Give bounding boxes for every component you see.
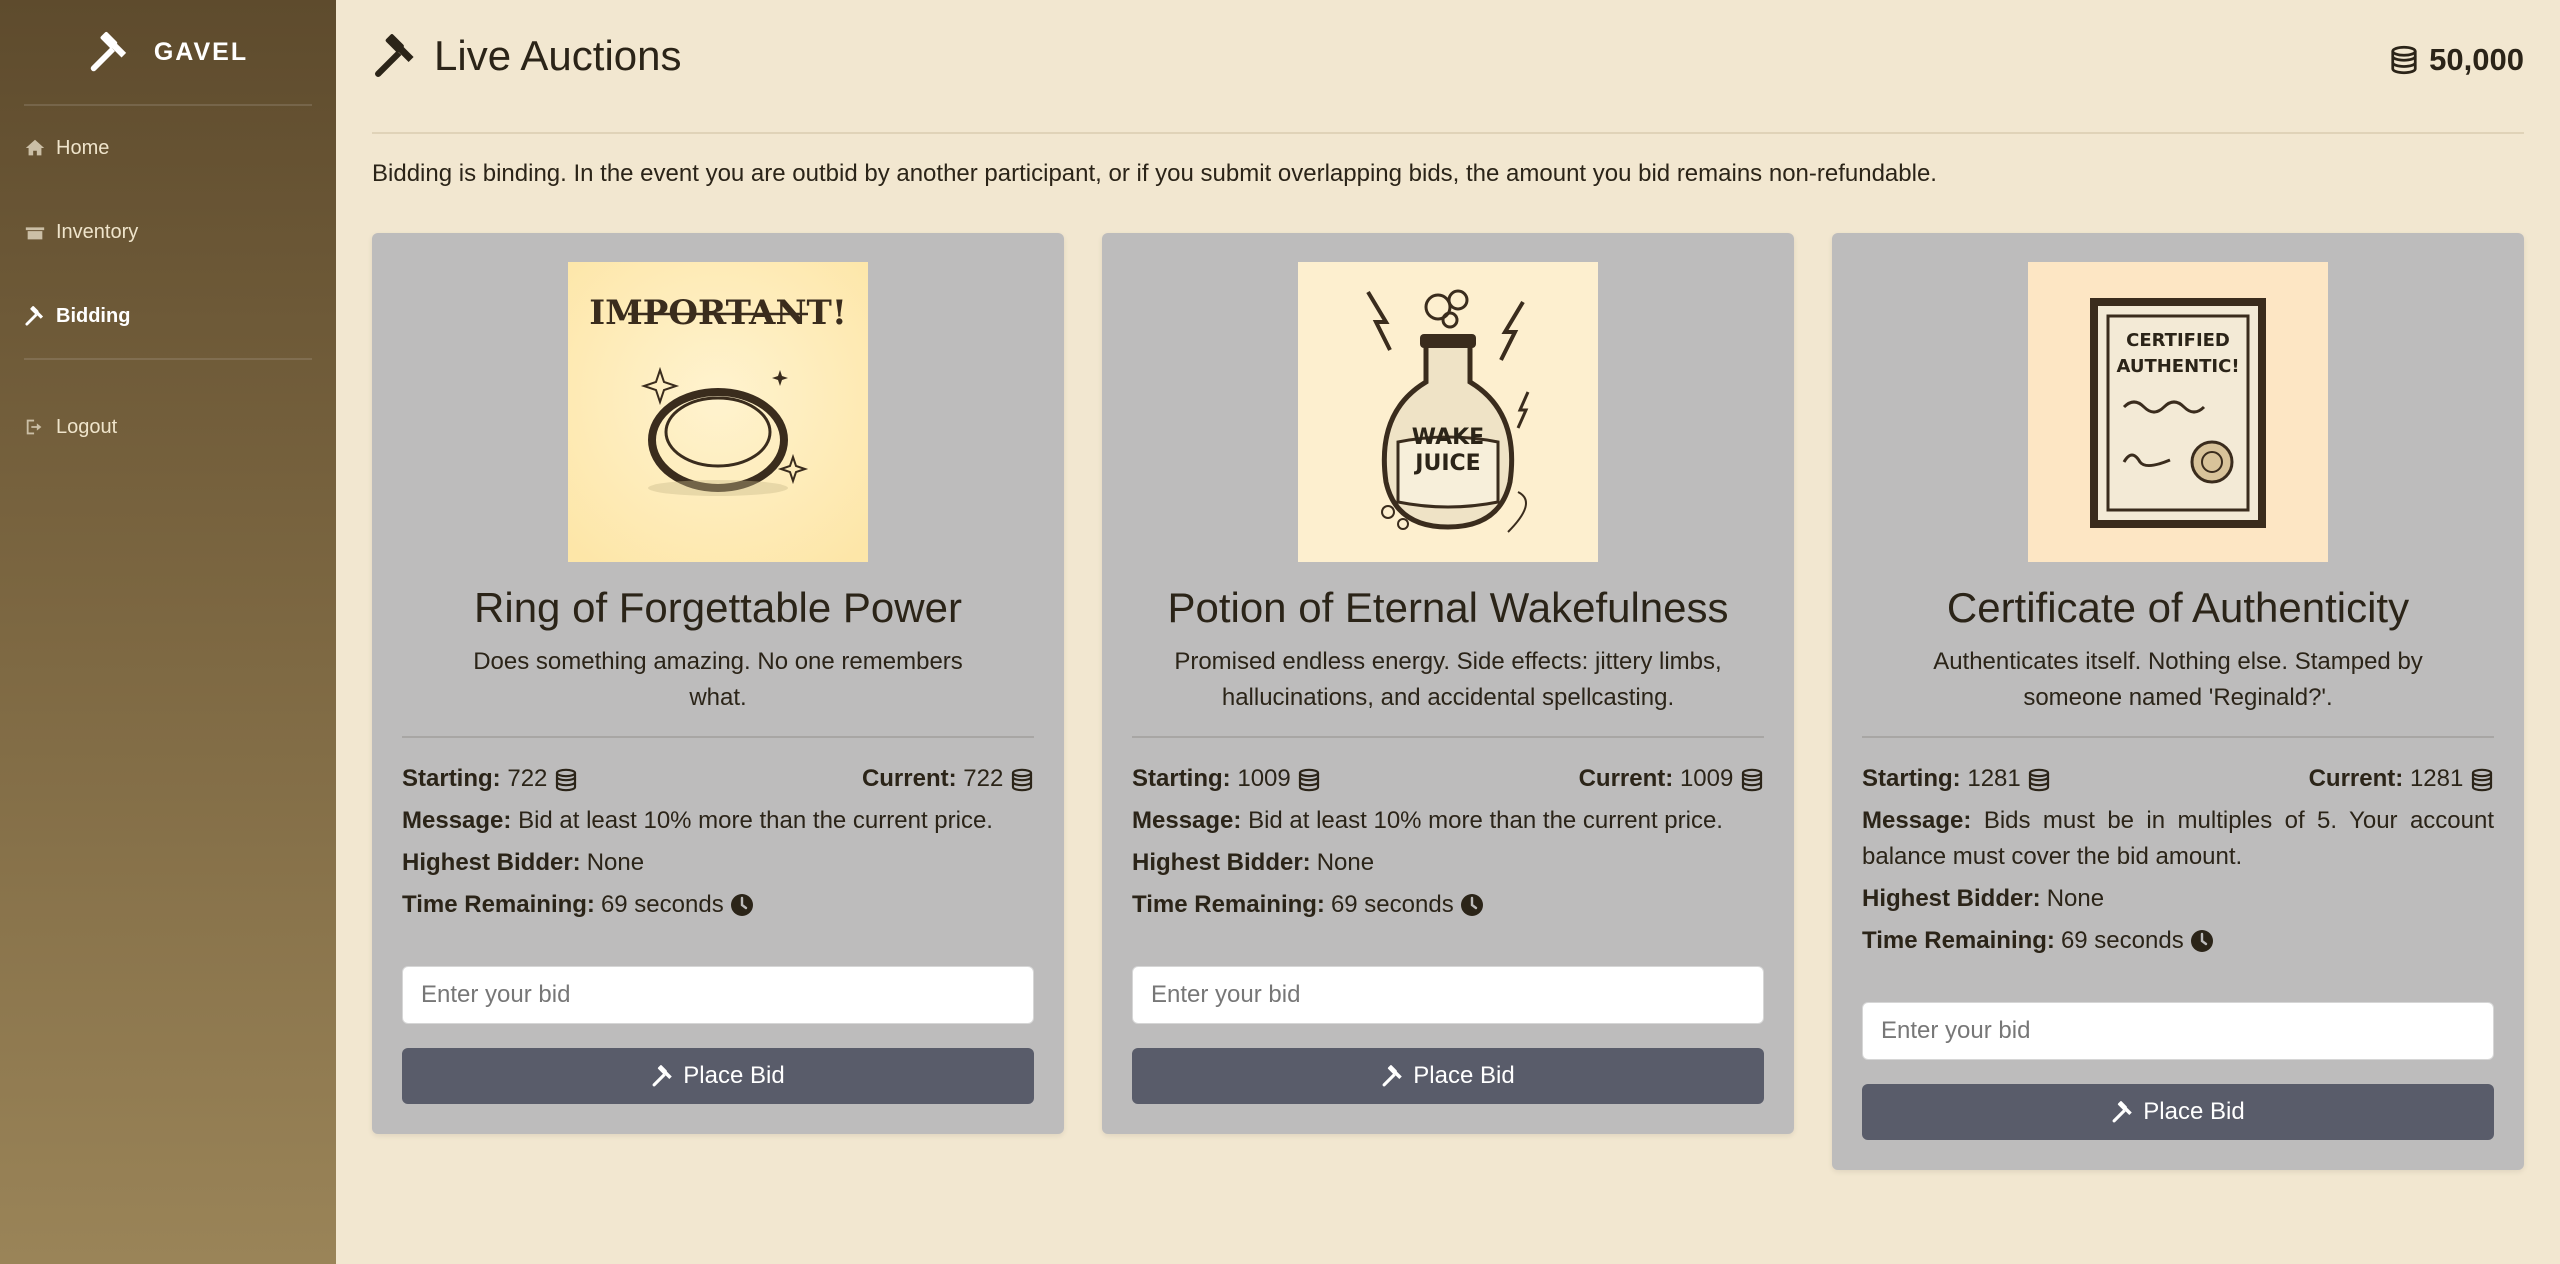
sidebar-item-logout[interactable]: Logout (0, 360, 336, 494)
sidebar-item-inventory[interactable]: Inventory (0, 190, 336, 274)
ring-image: IMPORTANT! (568, 262, 868, 562)
price-row: Starting: 722 Current: 722 (402, 758, 1034, 800)
starting-price: 1281 (1967, 765, 2021, 792)
certificate-image: CERTIFIED AUTHENTIC! (2028, 262, 2328, 562)
item-title: Certificate of Authenticity (1946, 584, 2410, 631)
sidebar-item-label: Home (56, 136, 110, 159)
time-remaining: Time Remaining: 69 seconds (402, 884, 1034, 926)
bid-input[interactable] (1862, 1002, 2494, 1060)
item-title: Ring of Forgettable Power (474, 584, 962, 631)
divider (1132, 736, 1764, 738)
bid-message: Message: Bid at least 10% more than the … (402, 807, 993, 834)
gavel-icon (2111, 1100, 2135, 1124)
potion-image: WAKE JUICE (1298, 262, 1598, 562)
highest-bidder: Highest Bidder: None (1862, 885, 2105, 912)
item-description: Promised endless energy. Side effects: j… (1174, 648, 1722, 711)
home-icon (25, 139, 45, 156)
divider (402, 736, 1034, 738)
bidding-notice: Bidding is binding. In the event you are… (372, 160, 1937, 187)
auction-card: IMPORTANT! Ring of Forgettable Power Doe… (372, 233, 1064, 1134)
page-title: Live Auctions (434, 32, 682, 79)
place-bid-button[interactable]: Place Bid (402, 1048, 1034, 1104)
bid-input[interactable] (1132, 966, 1764, 1024)
bid-input[interactable] (402, 966, 1034, 1024)
main-content: Live Auctions 50,000 Bidding is binding.… (372, 0, 2524, 1264)
bid-message: Message: Bid at least 10% more than the … (1132, 807, 1723, 834)
sidebar-item-label: Logout (56, 415, 118, 438)
auction-card: WAKE JUICE Potion of Eternal Wakefulness … (1102, 233, 1794, 1134)
starting-price: 1009 (1237, 765, 1291, 792)
gavel-icon (24, 305, 46, 327)
inventory-icon (25, 227, 45, 240)
price-row: Starting: 1009 Current: 1009 (1132, 758, 1764, 800)
coins-icon (2389, 45, 2419, 75)
item-title: Potion of Eternal Wakefulness (1167, 584, 1729, 631)
gavel-icon (651, 1064, 675, 1088)
item-description: Authenticates itself. Nothing else. Stam… (1933, 648, 2423, 711)
sidebar-item-label: Bidding (56, 304, 131, 327)
coins-icon (2027, 768, 2051, 792)
balance-value: 50,000 (2429, 42, 2524, 77)
current-price: 1009 (1679, 765, 1734, 792)
clock-icon (1460, 893, 1484, 917)
potion-label: WAKE JUICE (1412, 425, 1484, 476)
clock-icon (730, 893, 754, 917)
current-price: 1281 (2409, 765, 2464, 792)
highest-bidder: Highest Bidder: None (1132, 849, 1375, 876)
brand-name: GAVEL (153, 37, 249, 66)
time-remaining: Time Remaining: 69 seconds (1862, 920, 2494, 962)
account-balance: 50,000 (2389, 42, 2524, 78)
coins-icon (554, 768, 578, 792)
highest-bidder: Highest Bidder: None (402, 849, 645, 876)
sidebar-item-bidding[interactable]: Bidding (0, 274, 336, 358)
sidebar: GAVEL Home Inventory Bidding Logout (0, 0, 336, 1264)
gavel-icon (1381, 1064, 1405, 1088)
gavel-icon (372, 32, 420, 80)
auction-card: CERTIFIED AUTHENTIC! Certificate of Authe… (1832, 233, 2524, 1170)
time-remaining: Time Remaining: 69 seconds (1132, 884, 1764, 926)
place-bid-button[interactable]: Place Bid (1132, 1048, 1764, 1104)
starting-price: 722 (507, 765, 548, 792)
price-row: Starting: 1281 Current: 1281 (1862, 758, 2494, 800)
place-bid-button[interactable]: Place Bid (1862, 1084, 2494, 1140)
gavel-logo-icon (88, 26, 132, 78)
item-description: Does something amazing. No one remembers… (473, 648, 963, 711)
coins-icon (1297, 768, 1321, 792)
coins-icon (1740, 768, 1764, 792)
coins-icon (2470, 768, 2494, 792)
brand[interactable]: GAVEL (24, 0, 312, 106)
bid-message: Message: Bids must be in multiples of 5.… (1862, 807, 2495, 870)
clock-icon (2190, 929, 2214, 953)
divider (1862, 736, 2494, 738)
coins-icon (1010, 768, 1034, 792)
current-price: 722 (963, 765, 1004, 792)
page-header: Live Auctions 50,000 (372, 0, 2524, 134)
sidebar-item-label: Inventory (56, 220, 139, 243)
sidebar-item-home[interactable]: Home (0, 106, 336, 190)
logout-icon (26, 419, 42, 435)
